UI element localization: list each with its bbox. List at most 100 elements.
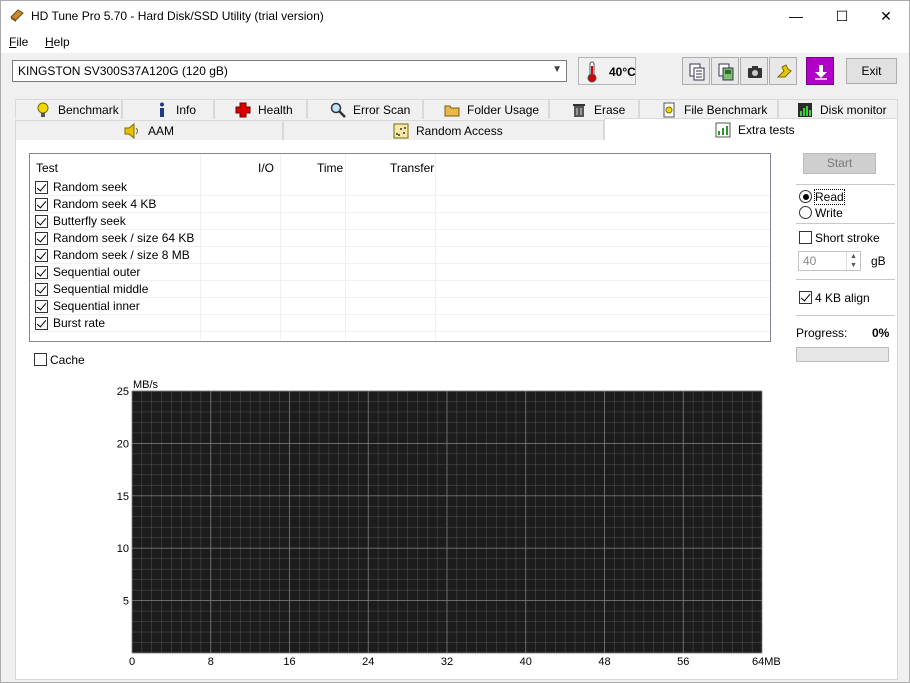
lightbulb-icon xyxy=(37,102,49,117)
column-header-test[interactable]: Test xyxy=(36,161,58,175)
table-row: Random seek 4 KB xyxy=(30,196,770,213)
short-stroke-checkbox[interactable] xyxy=(799,231,812,244)
tab-aam[interactable]: AAM xyxy=(15,120,283,140)
tab-benchmark[interactable]: Benchmark xyxy=(15,99,122,119)
row-checkbox[interactable] xyxy=(35,266,48,279)
y-tick-label: 10 xyxy=(117,543,129,555)
write-label: Write xyxy=(815,206,843,220)
tab-erase[interactable]: Erase xyxy=(549,99,639,119)
camera-button[interactable] xyxy=(740,57,768,85)
menu-help[interactable]: Help xyxy=(45,35,70,49)
start-button[interactable]: Start xyxy=(803,153,876,174)
row-checkbox[interactable] xyxy=(35,198,48,211)
row-label: Burst rate xyxy=(53,316,106,330)
thermometer-icon xyxy=(587,61,597,83)
align-4kb-label: 4 KB align xyxy=(815,291,870,305)
x-tick-label: 48 xyxy=(598,656,610,668)
y-tick-label: 20 xyxy=(117,438,129,450)
transfer-chart: MB/s 25 20 15 10 5 0 8 16 24 32 40 48 56 64MB xyxy=(117,379,781,668)
read-radio[interactable] xyxy=(799,190,812,203)
table-row: Random seek xyxy=(30,179,770,196)
tab-info[interactable]: Info xyxy=(122,99,214,119)
download-icon xyxy=(815,65,827,80)
copy-text-button[interactable] xyxy=(682,57,710,85)
row-checkbox[interactable] xyxy=(35,181,48,194)
divider xyxy=(796,279,895,280)
maximize-button[interactable]: ☐ xyxy=(819,1,865,31)
tab-folder-usage[interactable]: Folder Usage xyxy=(423,99,549,119)
row-checkbox[interactable] xyxy=(35,249,48,262)
column-header-io[interactable]: I/O xyxy=(258,161,274,175)
download-button[interactable] xyxy=(806,57,834,85)
row-label: Sequential outer xyxy=(53,265,141,279)
row-label: Butterfly seek xyxy=(53,214,126,228)
extra-tests-icon xyxy=(715,122,731,138)
row-label: Random seek / size 8 MB xyxy=(53,248,190,262)
app-icon xyxy=(10,9,24,22)
copy-text-icon xyxy=(689,63,705,81)
row-checkbox[interactable] xyxy=(35,317,48,330)
temperature-value: 40°C xyxy=(609,65,636,79)
y-tick-label: 5 xyxy=(123,596,129,608)
row-checkbox[interactable] xyxy=(35,215,48,228)
minimize-button[interactable]: — xyxy=(773,1,819,31)
window-title: HD Tune Pro 5.70 - Hard Disk/SSD Utility… xyxy=(31,9,324,23)
cache-label: Cache xyxy=(50,353,85,367)
copy-screenshot-button[interactable] xyxy=(711,57,739,85)
file-benchmark-icon xyxy=(663,102,675,118)
menu-bar: File Help xyxy=(1,31,909,53)
row-label: Random seek xyxy=(53,180,128,194)
table-row: Burst rate xyxy=(30,315,770,332)
drive-select-value: KINGSTON SV300S37A120G (120 gB) xyxy=(18,64,228,78)
title-bar: HD Tune Pro 5.70 - Hard Disk/SSD Utility… xyxy=(1,1,909,31)
row-label: Random seek 4 KB xyxy=(53,197,157,211)
x-tick-label: 16 xyxy=(283,656,295,668)
random-access-icon xyxy=(393,123,409,139)
table-row: Sequential middle xyxy=(30,281,770,298)
tab-error-scan[interactable]: Error Scan xyxy=(307,99,423,119)
row-label: Sequential middle xyxy=(53,282,149,296)
exit-button[interactable]: Exit xyxy=(846,58,897,84)
divider xyxy=(796,315,895,316)
disk-monitor-icon xyxy=(798,103,812,117)
x-tick-label: 56 xyxy=(677,656,689,668)
row-checkbox[interactable] xyxy=(35,283,48,296)
progress-bar xyxy=(796,347,889,362)
tab-disk-monitor[interactable]: Disk monitor xyxy=(778,99,898,119)
column-header-time[interactable]: Time xyxy=(317,161,343,175)
settings-button[interactable] xyxy=(769,57,797,85)
drive-select[interactable]: KINGSTON SV300S37A120G (120 gB) ▼ xyxy=(12,60,567,82)
app-window: HD Tune Pro 5.70 - Hard Disk/SSD Utility… xyxy=(0,0,910,683)
short-stroke-label: Short stroke xyxy=(815,231,880,245)
column-header-transfer[interactable]: Transfer xyxy=(390,161,434,175)
read-label: Read xyxy=(814,189,845,205)
row-checkbox[interactable] xyxy=(35,300,48,313)
divider xyxy=(796,184,895,185)
close-button[interactable]: ✕ xyxy=(863,1,909,31)
align-4kb-checkbox[interactable] xyxy=(799,291,812,304)
x-tick-label: 64MB xyxy=(752,656,781,668)
table-row: Sequential inner xyxy=(30,298,770,315)
row-label: Sequential inner xyxy=(53,299,140,313)
tab-random-access[interactable]: Random Access xyxy=(283,120,604,140)
tab-extra-tests[interactable]: Extra tests xyxy=(604,118,898,141)
cache-checkbox[interactable] xyxy=(34,353,47,366)
spinner-arrows[interactable]: ▲ ▼ xyxy=(846,252,860,270)
temperature-display: 40°C xyxy=(578,57,636,85)
x-tick-label: 8 xyxy=(208,656,214,668)
row-checkbox[interactable] xyxy=(35,232,48,245)
table-row: Random seek / size 8 MB xyxy=(30,247,770,264)
tab-health[interactable]: Health xyxy=(214,99,307,119)
y-tick-label: 25 xyxy=(117,386,129,398)
write-radio[interactable] xyxy=(799,206,812,219)
divider xyxy=(796,223,895,224)
menu-file[interactable]: File xyxy=(9,35,28,49)
y-tick-label: 15 xyxy=(117,491,129,503)
health-cross-icon xyxy=(235,102,251,118)
camera-icon xyxy=(748,66,762,78)
tab-file-benchmark[interactable]: File Benchmark xyxy=(639,99,778,119)
short-stroke-size-input[interactable]: 40 ▲ ▼ xyxy=(798,251,861,271)
copy-screenshot-icon xyxy=(718,63,734,81)
x-tick-label: 40 xyxy=(520,656,532,668)
table-row: Sequential outer xyxy=(30,264,770,281)
